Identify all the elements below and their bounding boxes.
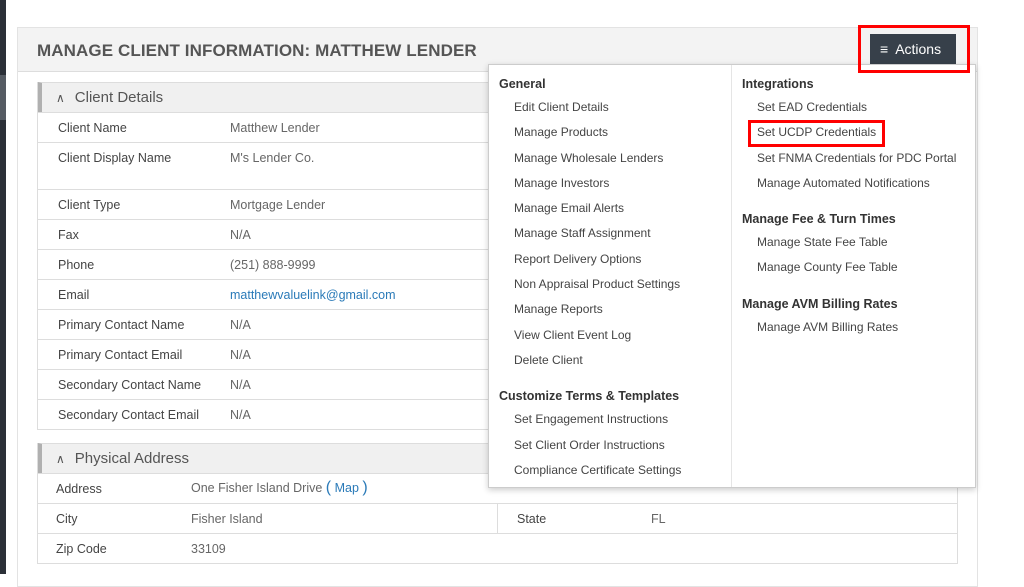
menu-item[interactable]: Manage Investors xyxy=(489,175,731,200)
highlight-box xyxy=(858,25,970,73)
paren: ( xyxy=(325,479,332,496)
paren: ) xyxy=(362,479,368,496)
menu-item[interactable]: Report Delivery Options xyxy=(489,251,731,276)
field-label: Primary Contact Email xyxy=(58,348,183,362)
field-label: Secondary Contact Email xyxy=(58,408,200,422)
menu-item[interactable]: Set Engagement Instructions xyxy=(489,411,731,436)
menu-item[interactable]: Set Client Order Instructions xyxy=(489,437,731,462)
menu-group-title: Manage Fee & Turn Times xyxy=(742,212,896,227)
menu-group-title: General xyxy=(499,77,546,91)
field-label: Zip Code xyxy=(56,542,107,556)
menu-item[interactable]: Manage Email Alerts xyxy=(489,200,731,225)
map-link[interactable]: Map xyxy=(335,481,359,495)
menu-item[interactable]: Edit Client Details xyxy=(489,99,731,124)
menu-item[interactable]: Manage Automated Notifications xyxy=(732,175,977,200)
field-value: N/A xyxy=(230,318,251,332)
menu-item[interactable]: Manage Staff Assignment xyxy=(489,225,731,250)
menu-item[interactable]: Delete Client xyxy=(489,352,731,377)
menu-item[interactable]: Non Appraisal Product Settings xyxy=(489,276,731,301)
actions-dropdown-menu: General Edit Client Details Manage Product… xyxy=(488,64,976,488)
menu-item[interactable]: View Client Event Log xyxy=(489,327,731,352)
zip-row: Zip Code 33109 xyxy=(38,533,957,563)
chevron-up-icon: ∧ xyxy=(56,452,65,466)
field-value: N/A xyxy=(230,348,251,362)
menu-group-title: Customize Terms & Templates xyxy=(499,389,680,404)
field-value: (251) 888-9999 xyxy=(230,258,316,272)
field-label: Phone xyxy=(58,258,95,272)
menu-item[interactable]: Manage State Fee Table xyxy=(732,234,977,259)
menu-item[interactable]: Set FNMA Credentials for PDC Portal xyxy=(732,150,977,175)
address-value: One Fisher Island Drive xyxy=(191,481,323,495)
menu-item[interactable]: Manage Products xyxy=(489,124,731,149)
field-label: City xyxy=(56,512,78,526)
field-label: Client Name xyxy=(58,121,127,135)
field-value: N/A xyxy=(230,408,251,422)
field-label: State xyxy=(517,512,547,526)
field-label: Address xyxy=(56,482,102,496)
left-sidebar xyxy=(0,0,6,574)
field-label: Fax xyxy=(58,228,79,242)
zip-value: 33109 xyxy=(191,542,226,556)
chevron-up-icon: ∧ xyxy=(56,91,65,105)
highlight-box xyxy=(748,120,885,147)
menu-item[interactable]: Manage AVM Billing Rates xyxy=(732,319,977,344)
field-value: N/A xyxy=(230,228,251,242)
field-label: Primary Contact Name xyxy=(58,318,185,332)
field-label: Email xyxy=(58,288,90,302)
state-value: FL xyxy=(651,512,666,526)
menu-item[interactable]: Manage Wholesale Lenders xyxy=(489,150,731,175)
sidebar-active-item[interactable] xyxy=(0,75,6,120)
field-value: N/A xyxy=(230,378,251,392)
menu-item[interactable]: Manage Reports xyxy=(489,301,731,326)
field-value: Matthew Lender xyxy=(230,121,320,135)
section-title: Client Details xyxy=(74,89,164,106)
menu-item[interactable]: Compliance Certificate Settings xyxy=(489,462,731,487)
menu-group-title: Manage AVM Billing Rates xyxy=(742,296,898,311)
email-link[interactable]: matthewvaluelink@gmail.com xyxy=(230,288,396,302)
field-value: M's Lender Co. xyxy=(230,151,315,165)
field-label: Client Type xyxy=(58,198,121,212)
section-title: Physical Address xyxy=(74,450,190,467)
menu-item[interactable]: Manage County Fee Table xyxy=(732,259,977,284)
field-label: Client Display Name xyxy=(58,151,172,165)
field-value: Mortgage Lender xyxy=(230,198,326,212)
field-label: Secondary Contact Name xyxy=(58,378,202,392)
city-value: Fisher Island xyxy=(191,512,263,526)
city-row: City Fisher Island State FL xyxy=(38,503,957,534)
